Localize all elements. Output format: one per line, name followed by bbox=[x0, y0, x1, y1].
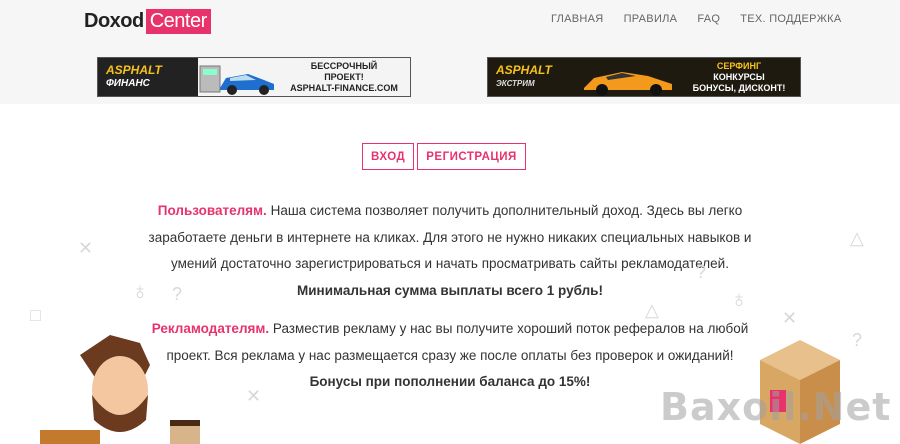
square-decoration-icon: □ bbox=[30, 305, 41, 325]
triangle-decoration-icon: △ bbox=[850, 228, 864, 248]
car-image bbox=[578, 58, 678, 96]
ad-banner-asphalt-extreme[interactable]: ASPHALT ЭКСТРИМ СЕРФИНГ КОНКУРСЫ БОНУСЫ,… bbox=[487, 57, 801, 97]
banner-line-3: БОНУСЫ, ДИСКОНТ! bbox=[692, 82, 786, 93]
users-paragraph: Пользователям. Наша система позволяет по… bbox=[140, 198, 760, 304]
banner-logo-bottom: ЭКСТРИМ bbox=[496, 79, 535, 88]
ad-banner-asphalt-finance[interactable]: ASPHALT ФИНАНС БЕССРОЧНЫЙ ПРОЕКТ! ASPHAL… bbox=[97, 57, 411, 97]
banner-line-3: ASPHALT-FINANCE.COM bbox=[290, 82, 398, 93]
banner-line-1: БЕССРОЧНЫЙ bbox=[310, 60, 378, 71]
question-decoration-icon: ? bbox=[696, 262, 707, 282]
auth-buttons: ВХОД РЕГИСТРАЦИЯ bbox=[362, 143, 526, 170]
logo-text-doxod: Doxod bbox=[84, 9, 144, 32]
banner-logo-top: ASPHALT bbox=[106, 63, 162, 77]
nav-item-faq[interactable]: FAQ bbox=[697, 13, 720, 25]
banner-line-2: ПРОЕКТ! bbox=[324, 71, 364, 82]
banner-text: СЕРФИНГ КОНКУРСЫ БОНУСЫ, ДИСКОНТ! bbox=[678, 61, 800, 94]
car-image bbox=[198, 58, 278, 96]
nav-item-rules[interactable]: ПРАВИЛА bbox=[624, 13, 678, 25]
lightbulb-decoration-icon: ♁ bbox=[730, 286, 748, 313]
nav-item-home[interactable]: ГЛАВНАЯ bbox=[551, 13, 604, 25]
advertisers-paragraph: Рекламодателям. Разместив рекламу у нас … bbox=[140, 316, 760, 396]
users-lead: Пользователям. bbox=[157, 203, 267, 218]
logo-text-center: Center bbox=[145, 8, 211, 34]
banner-line-2: КОНКУРСЫ bbox=[713, 71, 765, 82]
question-decoration-icon: ? bbox=[172, 284, 183, 304]
register-button[interactable]: РЕГИСТРАЦИЯ bbox=[417, 143, 526, 170]
banner-logo: ASPHALT ФИНАНС bbox=[98, 58, 198, 96]
cross-decoration-icon: ✕ bbox=[78, 238, 94, 258]
banner-text: БЕССРОЧНЫЙ ПРОЕКТ! ASPHALT-FINANCE.COM bbox=[278, 61, 410, 94]
nav-item-support[interactable]: ТЕХ. ПОДДЕРЖКА bbox=[740, 13, 841, 25]
cross-decoration-icon: ✕ bbox=[782, 308, 798, 328]
triangle-decoration-icon: △ bbox=[645, 300, 659, 320]
lightbulb-decoration-icon: ♁ bbox=[131, 278, 149, 305]
logo[interactable]: Doxod Center bbox=[84, 8, 211, 34]
banner-logo-bottom: ФИНАНС bbox=[106, 78, 150, 89]
banner-logo: ASPHALT ЭКСТРИМ bbox=[488, 58, 578, 96]
main-nav: ГЛАВНАЯ ПРАВИЛА FAQ ТЕХ. ПОДДЕРЖКА bbox=[551, 13, 842, 25]
watermark: Baxoil.Net bbox=[660, 385, 892, 429]
man-illustration bbox=[40, 335, 200, 444]
banner-line-1: СЕРФИНГ bbox=[716, 60, 762, 71]
cross-decoration-icon: ✕ bbox=[246, 386, 262, 406]
users-emphasis: Минимальная сумма выплаты всего 1 рубль! bbox=[297, 282, 603, 298]
question-decoration-icon: ? bbox=[852, 330, 863, 350]
login-button[interactable]: ВХОД bbox=[362, 143, 415, 170]
banner-logo-top: ASPHALT bbox=[496, 63, 552, 77]
